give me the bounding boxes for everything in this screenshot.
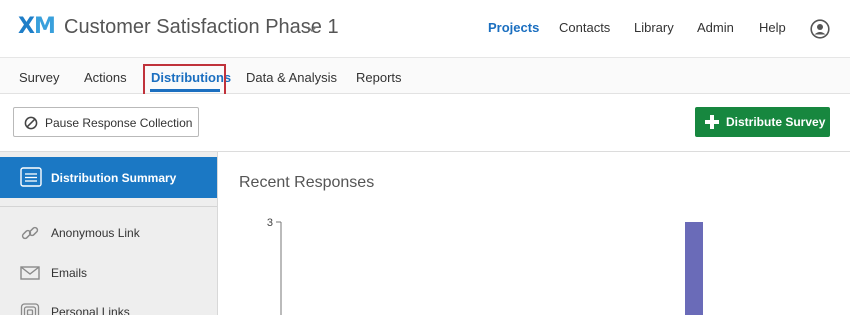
envelope-icon [20, 266, 40, 280]
chart-bar[interactable] [685, 222, 703, 315]
nav-admin[interactable]: Admin [697, 20, 734, 35]
chevron-down-icon[interactable] [306, 23, 318, 35]
sidebar-item-label: Personal Links [51, 305, 130, 315]
sidebar-item-anonymous-link[interactable]: Anonymous Link [0, 218, 217, 248]
pause-button-label: Pause Response Collection [45, 116, 193, 130]
highlight-box [143, 64, 226, 97]
pause-response-collection-button[interactable]: Pause Response Collection [13, 107, 199, 137]
pause-icon [24, 116, 38, 130]
distribute-survey-button[interactable]: Distribute Survey [695, 107, 830, 137]
tab-survey[interactable]: Survey [19, 70, 59, 85]
y-tick-label: 3 [267, 217, 273, 229]
nav-library[interactable]: Library [634, 20, 674, 35]
nav-projects[interactable]: Projects [488, 20, 539, 35]
sidebar-item-label: Anonymous Link [51, 226, 140, 240]
plus-icon [705, 115, 719, 129]
sidebar-item-label: Emails [51, 266, 88, 280]
sidebar-item-label: Distribution Summary [51, 171, 177, 185]
link-icon [21, 226, 39, 240]
sidebar-item-distribution-summary[interactable]: Distribution Summary [0, 157, 217, 198]
recent-responses-chart: 3 [267, 217, 703, 315]
xm-logo[interactable]: XM [18, 14, 56, 39]
sidebar-item-emails[interactable]: Emails [0, 258, 217, 288]
sidebar-divider [0, 206, 217, 207]
recent-responses-title: Recent Responses [239, 174, 375, 191]
nav-contacts[interactable]: Contacts [559, 20, 610, 35]
nav-help[interactable]: Help [759, 20, 786, 35]
distribute-button-label: Distribute Survey [726, 115, 826, 129]
tab-reports[interactable]: Reports [356, 70, 402, 85]
user-avatar-icon[interactable] [810, 19, 830, 39]
tab-actions[interactable]: Actions [84, 70, 127, 85]
sidebar-item-personal-links[interactable]: Personal Links [0, 297, 217, 315]
document-icon [20, 167, 42, 187]
project-title[interactable]: Customer Satisfaction Phase 1 [64, 16, 339, 39]
logo-x: X [18, 14, 35, 39]
logo-m: M [33, 14, 56, 39]
tab-data-analysis[interactable]: Data & Analysis [246, 70, 337, 85]
secondary-tabs [0, 58, 850, 94]
fingerprint-icon [20, 303, 40, 315]
